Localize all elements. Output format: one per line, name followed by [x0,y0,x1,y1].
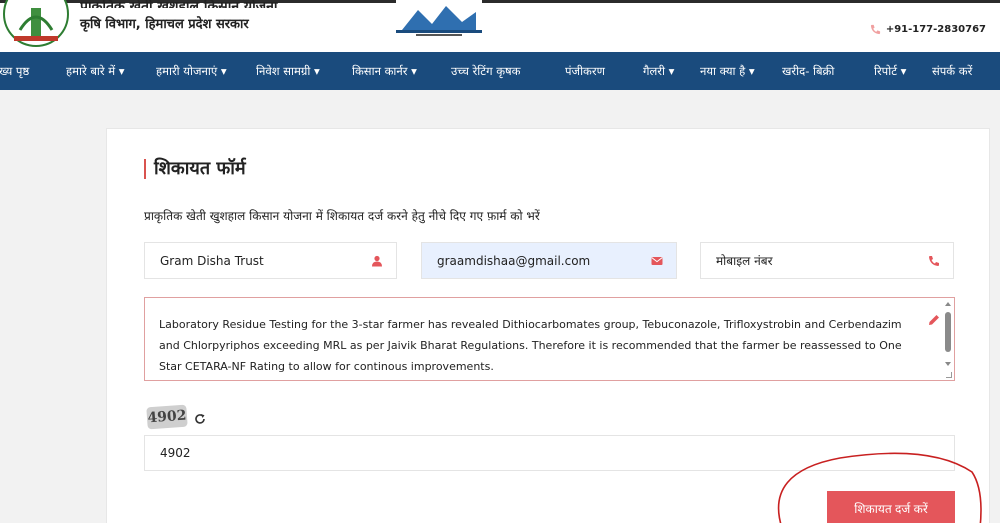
nav-gallery[interactable]: गैलरी ▾ [643,64,674,79]
complaint-textarea[interactable]: Laboratory Residue Testing for the 3-sta… [144,297,955,381]
resize-handle-icon[interactable] [946,372,952,378]
phone-icon [929,256,939,266]
captcha-image: 4902 [146,404,188,430]
refresh-icon[interactable] [194,413,206,425]
name-field[interactable]: Gram Disha Trust [144,242,397,279]
department-logo-icon[interactable] [0,0,72,48]
nav-contact[interactable]: संपर्क करें [932,64,972,79]
main-navbar: मुख्य पृष्ठ हमारे बारे में ▾ हमारी योजना… [0,52,1000,90]
scroll-thumb[interactable] [945,312,951,352]
textarea-scrollbar[interactable] [944,302,952,374]
site-header: प्राकृतिक खेती खुशहाल किसान योजना कृषि व… [0,0,1000,52]
red-circle-annotation [777,452,982,523]
captcha-value: 4902 [160,446,191,460]
user-icon [372,255,382,267]
name-value: Gram Disha Trust [160,253,264,268]
nav-reports[interactable]: रिपोर्ट ▾ [874,64,906,79]
scroll-up-arrow-icon[interactable] [945,302,951,306]
nav-buy-sell[interactable]: खरीद- बिक्री [782,64,834,79]
nav-about[interactable]: हमारे बारे में ▾ [66,64,125,79]
nav-high-rated-farmers[interactable]: उच्च रेटिंग कृषक [451,64,521,79]
scroll-down-arrow-icon[interactable] [945,362,951,366]
form-description: प्राकृतिक खेती खुशहाल किसान योजना में शि… [144,209,540,223]
email-value: graamdishaa@gmail.com [437,253,591,268]
contact-phone[interactable]: +91-177-2830767 [870,24,986,35]
nav-registration[interactable]: पंजीकरण [565,64,605,79]
site-title: प्राकृतिक खेती खुशहाल किसान योजना [80,0,278,8]
mobile-placeholder: मोबाइल नंबर [716,254,773,268]
nav-farmer-corner[interactable]: किसान कार्नर ▾ [352,64,417,79]
email-field[interactable]: graamdishaa@gmail.com [421,242,677,279]
nav-whats-new[interactable]: नया क्या है ▾ [700,64,755,79]
state-emblem-icon [396,0,482,38]
nav-schemes[interactable]: हमारी योजनाएं ▾ [156,64,227,79]
envelope-icon [651,257,663,265]
mobile-field[interactable]: मोबाइल नंबर [700,242,954,279]
nav-home[interactable]: मुख्य पृष्ठ [0,64,29,79]
complaint-text: Laboratory Residue Testing for the 3-sta… [159,318,902,373]
pencil-icon [929,315,939,325]
site-subtitle: कृषि विभाग, हिमाचल प्रदेश सरकार [80,17,249,32]
phone-number: +91-177-2830767 [885,24,986,35]
phone-icon [870,24,880,35]
form-title: शिकायत फॉर्म [144,159,246,179]
nav-inputs[interactable]: निवेश सामग्री ▾ [256,64,320,79]
